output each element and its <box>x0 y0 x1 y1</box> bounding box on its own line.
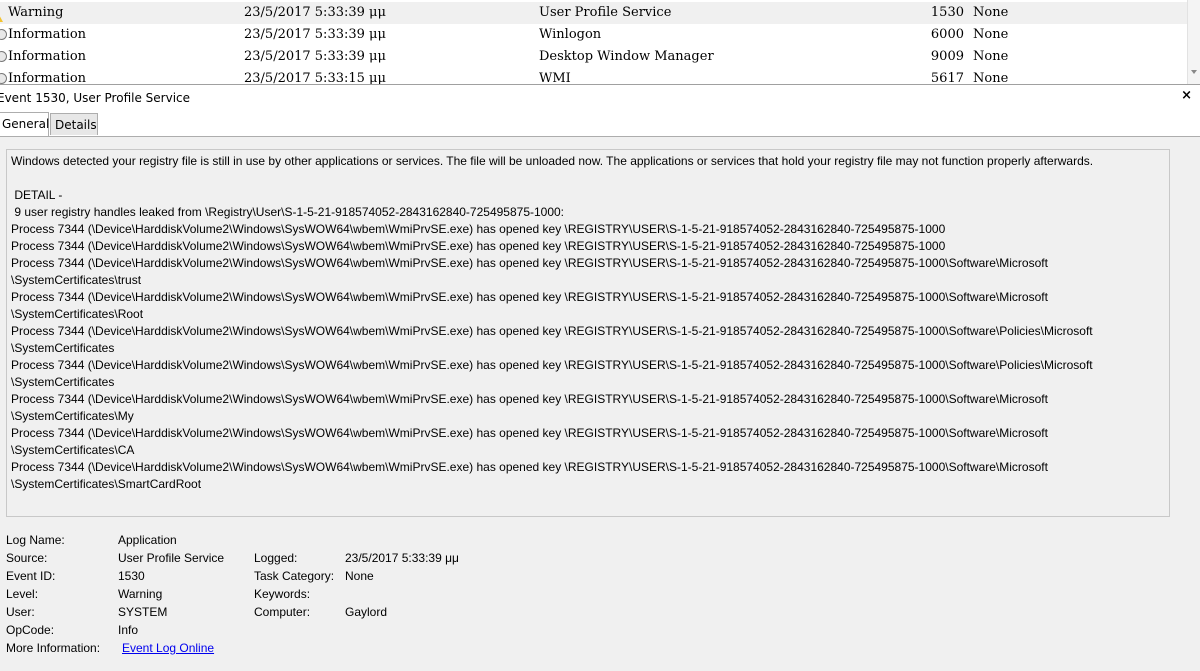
opcode-value: Info <box>118 623 139 637</box>
event-task: None <box>973 71 1009 84</box>
description-text: Windows detected your registry file is s… <box>11 154 1094 491</box>
event-task: None <box>973 5 1009 20</box>
logged-value: 23/5/2017 5:33:39 μμ <box>345 551 459 565</box>
tab-general[interactable]: General <box>0 112 49 136</box>
event-list[interactable]: Warning 23/5/2017 5:33:39 μμ User Profil… <box>0 0 1200 84</box>
general-panel: Windows detected your registry file is s… <box>0 136 1200 671</box>
detail-header: Event 1530, User Profile Service × <box>0 84 1200 109</box>
event-task: None <box>973 27 1009 42</box>
keywords-label: Keywords: <box>254 587 311 601</box>
event-row[interactable]: Information 23/5/2017 5:33:39 μμ Winlogo… <box>0 24 1188 46</box>
event-row[interactable]: Information 23/5/2017 5:33:39 μμ Desktop… <box>0 46 1188 68</box>
list-scrollbar[interactable] <box>1187 0 1200 84</box>
event-source: WMI <box>539 71 571 84</box>
event-id-label: Event ID: <box>6 569 56 583</box>
event-id: 9009 <box>930 49 964 64</box>
info-icon <box>0 29 7 40</box>
event-log-online-link[interactable]: Event Log Online <box>122 641 214 655</box>
detail-title: Event 1530, User Profile Service <box>0 91 191 105</box>
user-value: SYSTEM <box>118 605 168 619</box>
opcode-label: OpCode: <box>6 623 55 637</box>
log-name-label: Log Name: <box>6 533 65 547</box>
task-category-value: None <box>345 569 374 583</box>
event-task: None <box>973 49 1009 64</box>
event-properties: Log Name: Application Source: User Profi… <box>0 533 800 663</box>
source-label: Source: <box>6 551 48 565</box>
task-category-label: Task Category: <box>254 569 335 583</box>
event-date: 23/5/2017 5:33:15 μμ <box>244 71 386 84</box>
warning-icon <box>0 7 7 22</box>
level-value: Warning <box>118 587 163 601</box>
event-id: 1530 <box>930 5 964 20</box>
level-label: Level: <box>6 587 39 601</box>
computer-label: Computer: <box>254 605 311 619</box>
event-date: 23/5/2017 5:33:39 μμ <box>244 49 386 64</box>
info-icon <box>0 73 7 84</box>
event-date: 23/5/2017 5:33:39 μμ <box>244 27 386 42</box>
log-name-value: Application <box>118 533 177 547</box>
event-id: 6000 <box>930 27 964 42</box>
event-date: 23/5/2017 5:33:39 μμ <box>244 5 386 20</box>
more-info-label: More Information: <box>6 641 101 655</box>
event-level: Warning <box>8 5 64 20</box>
event-description[interactable]: Windows detected your registry file is s… <box>6 149 1170 517</box>
event-row[interactable]: Warning 23/5/2017 5:33:39 μμ User Profil… <box>0 2 1188 24</box>
info-icon <box>0 51 7 62</box>
event-source: Winlogon <box>539 27 602 42</box>
event-id-value: 1530 <box>118 569 145 583</box>
close-icon[interactable]: × <box>1181 88 1192 103</box>
event-level: Information <box>8 71 87 84</box>
user-label: User: <box>6 605 35 619</box>
scroll-down-arrow-icon[interactable] <box>1191 70 1197 74</box>
event-level: Information <box>8 49 87 64</box>
computer-value: Gaylord <box>345 605 388 619</box>
event-id: 5617 <box>930 71 964 84</box>
event-source: User Profile Service <box>539 5 672 20</box>
tab-details[interactable]: Details <box>50 113 98 135</box>
event-level: Information <box>8 27 87 42</box>
logged-label: Logged: <box>254 551 298 565</box>
source-value: User Profile Service <box>118 551 225 565</box>
event-source: Desktop Window Manager <box>539 49 714 64</box>
event-row[interactable]: Information 23/5/2017 5:33:15 μμ WMI 561… <box>0 68 1188 84</box>
